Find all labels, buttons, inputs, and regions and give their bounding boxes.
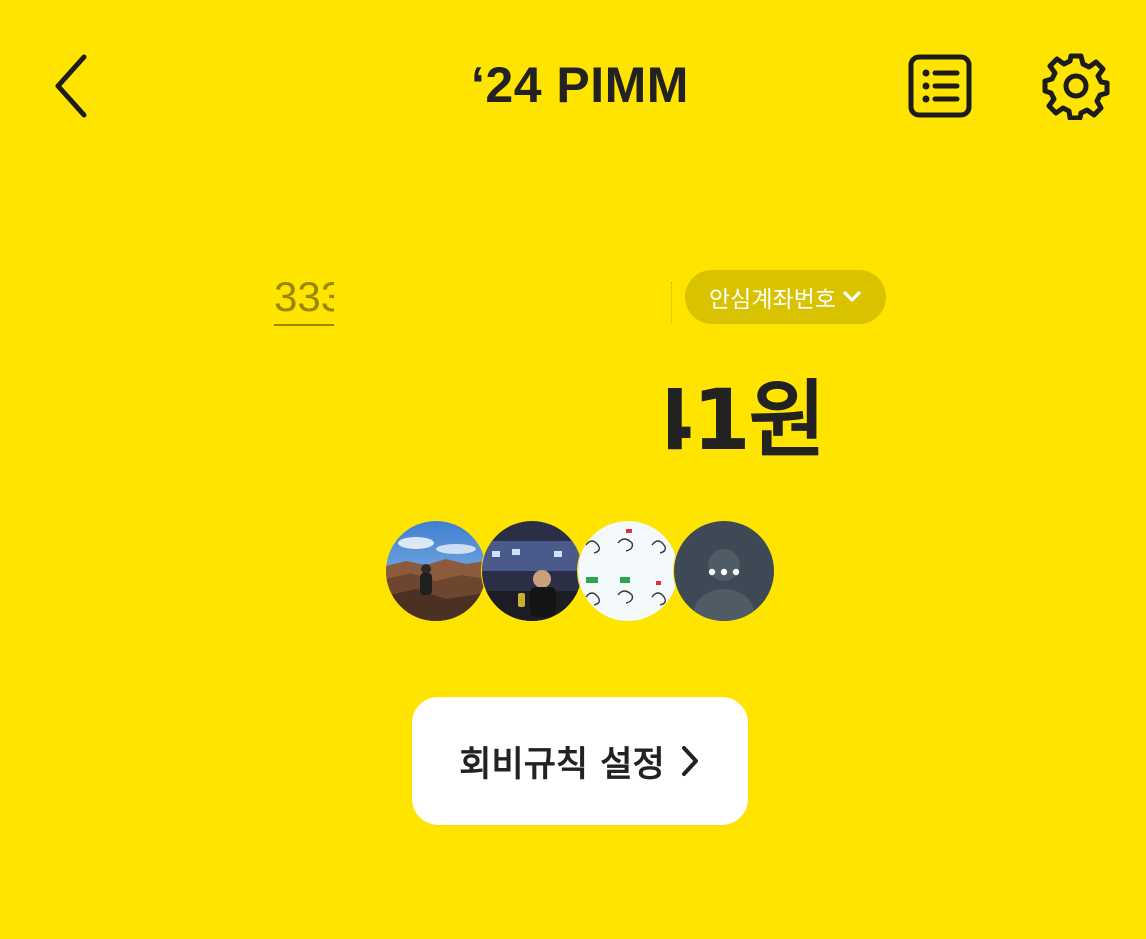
- avatar-photo-stickers: [578, 521, 678, 621]
- safe-account-label: 안심계좌번호: [709, 287, 836, 313]
- settings-button[interactable]: [1034, 44, 1118, 128]
- balance-amount: 41원: [668, 365, 838, 475]
- avatar-photo-bar: [482, 521, 582, 621]
- safe-account-dropdown[interactable]: 안심계좌번호: [685, 270, 886, 324]
- fee-rules-label: 회비규칙 설정: [459, 744, 665, 785]
- chevron-down-icon: [843, 291, 861, 302]
- member-avatar[interactable]: [577, 520, 679, 622]
- member-avatar[interactable]: [385, 520, 487, 622]
- fee-rules-settings-button[interactable]: 회비규칙 설정: [412, 697, 748, 825]
- list-icon: [908, 54, 972, 118]
- avatar-photo-canyon: [386, 521, 486, 621]
- member-avatar[interactable]: [481, 520, 583, 622]
- ellipsis-icon: [674, 521, 774, 621]
- balance-text: 41원: [668, 371, 826, 469]
- masked-region-edge: [668, 282, 672, 324]
- account-number[interactable]: 333: [274, 270, 334, 326]
- ledger-list-button[interactable]: [900, 46, 980, 126]
- more-members-avatar[interactable]: [673, 520, 775, 622]
- gear-icon: [1042, 53, 1110, 120]
- chevron-right-icon: [681, 746, 698, 776]
- member-avatars[interactable]: [385, 520, 777, 622]
